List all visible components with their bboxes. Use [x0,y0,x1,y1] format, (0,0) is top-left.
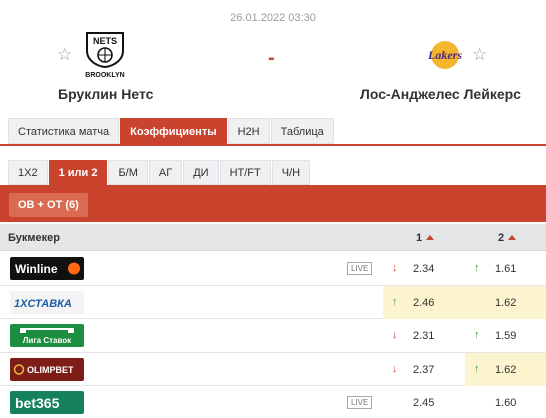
subtab-odd-even[interactable]: Ч/Н [271,160,311,185]
column-1-header[interactable]: 1 [416,232,435,244]
odd-cell-2[interactable]: 1.62 [465,285,546,319]
arrow-down-icon: ↓ [392,262,398,274]
column-2-label: 2 [498,232,505,244]
score-separator: - [268,47,275,69]
odd-value-2: 1.59 [495,330,517,342]
home-logo-top-text: NETS [93,36,117,46]
subtab-1-or-2[interactable]: 1 или 2 [48,160,108,185]
subtab-double-chance[interactable]: ДИ [183,160,219,185]
column-2-header[interactable]: 2 [498,232,517,244]
arrow-up-icon: ↑ [474,329,480,341]
odd-value-1: 2.34 [413,263,435,275]
odds-table-body: Winline LIVE ↓ 2.34 ↑ 1.61 1XСТАВКА ↑ 2.… [0,252,546,418]
tab-statistics[interactable]: Статистика матча [8,118,120,144]
odd-value-1: 2.46 [413,296,435,309]
odd-cell-2[interactable]: ↑ 1.59 [465,319,546,352]
subtab-1x2[interactable]: 1X2 [8,160,48,185]
arrow-up-icon: ↑ [474,262,480,274]
odd-cell-1[interactable]: ↓ 2.31 [383,319,465,352]
odd-cell-1[interactable]: ↓ 2.37 [383,353,465,386]
odd-cell-2[interactable]: 1.60 [465,386,546,418]
subtab-total[interactable]: Б/М [108,160,148,185]
sort-arrow-icon [508,235,517,240]
home-team-name[interactable]: Бруклин Нетс [58,86,153,102]
table-row: bet365 LIVE 2.45 1.60 [0,386,546,418]
odds-table-header: Букмекер 1 2 [0,224,546,251]
bookmaker-name: bet365 [15,395,60,411]
table-row: OLIMPBET ↓ 2.37 ↑ 1.62 [0,352,546,386]
tab-standings[interactable]: Таблица [270,118,334,144]
tabs-divider [0,144,546,146]
bookmaker-logo-1xstavka[interactable]: 1XСТАВКА [10,290,84,314]
table-row: 1XСТАВКА ↑ 2.46 1.62 [0,285,546,319]
odd-value-2: 1.62 [495,363,517,376]
bookmaker-column-header: Букмекер [8,232,60,244]
live-badge: LIVE [347,262,373,275]
brooklyn-nets-logo[interactable]: NETS BROOKLYN [85,30,125,80]
bookmaker-logo-liga-stavok[interactable]: Лига Ставок [10,324,84,347]
market-button[interactable]: OB + OT (6) [9,193,88,217]
column-1-label: 1 [416,232,423,244]
bookmaker-logo-bet365[interactable]: bet365 [10,391,84,414]
arrow-down-icon: ↓ [392,362,398,375]
home-logo-bottom-text: BROOKLYN [85,72,124,79]
odd-value-2: 1.61 [495,263,517,275]
odd-cell-1[interactable]: 2.45 [383,386,465,418]
odd-value-2: 1.60 [495,397,517,409]
match-datetime: 26.01.2022 03:30 [230,12,316,24]
odd-value-1: 2.37 [413,363,435,376]
bookmaker-name: OLIMPBET [27,365,74,375]
arrow-up-icon: ↑ [392,295,398,308]
favorite-home-star-icon[interactable]: ☆ [57,46,72,63]
bookmaker-logo-olimpbet[interactable]: OLIMPBET [10,357,84,381]
table-row: Winline LIVE ↓ 2.34 ↑ 1.61 [0,252,546,286]
bookmaker-name: Лига Ставок [23,336,72,345]
odd-value-1: 2.31 [413,330,435,342]
odd-cell-1[interactable]: ↑ 2.46 [383,285,465,319]
odd-cell-2[interactable]: ↑ 1.62 [465,352,546,386]
bookmaker-name: 1XСТАВКА [14,298,72,310]
arrow-down-icon: ↓ [392,329,398,341]
live-badge: LIVE [347,396,373,409]
odd-value-2: 1.62 [495,296,517,309]
table-row: Лига Ставок ↓ 2.31 ↑ 1.59 [0,319,546,353]
los-angeles-lakers-logo[interactable]: Lakers [420,38,470,72]
subtab-handicap[interactable]: АГ [148,160,183,185]
odd-value-1: 2.45 [413,397,435,409]
subtab-ht-ft[interactable]: HT/FT [219,160,271,185]
match-tabs: Статистика матча Коэффициенты H2H Таблиц… [8,118,335,144]
away-team-name[interactable]: Лос-Анджелес Лейкерс [360,86,521,102]
bookmaker-logo-winline[interactable]: Winline [10,257,84,280]
sort-arrow-icon [426,235,435,240]
bookmaker-name: Winline [15,262,58,276]
odd-cell-1[interactable]: ↓ 2.34 [383,252,465,285]
odd-cell-2[interactable]: ↑ 1.61 [465,252,546,285]
tab-odds[interactable]: Коэффициенты [120,118,227,144]
arrow-up-icon: ↑ [474,362,480,375]
favorite-away-star-icon[interactable]: ☆ [472,46,487,63]
odds-type-tabs: 1X2 1 или 2 Б/М АГ ДИ HT/FT Ч/Н [8,160,311,185]
tab-h2h[interactable]: H2H [227,118,270,144]
away-logo-text: Lakers [427,48,462,62]
